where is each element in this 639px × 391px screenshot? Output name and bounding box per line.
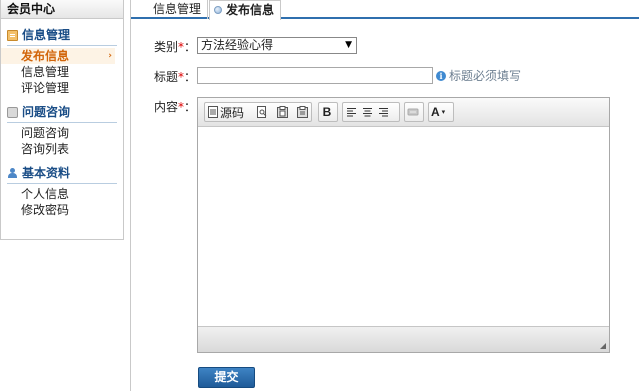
section-basic-profile: 基本资料 个人信息 修改密码	[1, 165, 123, 218]
section-divider	[7, 183, 117, 184]
dropdown-arrow-icon: ▾	[441, 108, 446, 116]
section-title-label: 信息管理	[22, 28, 71, 42]
colon: ：	[184, 40, 197, 54]
user-icon	[7, 167, 18, 179]
toolbar-group-document: 源码	[204, 102, 312, 122]
font-color-label: A	[431, 105, 440, 119]
colon: ：	[184, 70, 197, 84]
sidebar-item-label: 个人信息	[21, 187, 70, 201]
sidebar-item-label: 修改密码	[21, 203, 70, 217]
tab-bar: 信息管理 发布信息	[131, 0, 639, 20]
preview-icon	[257, 106, 267, 118]
paste-text-icon	[296, 106, 308, 118]
editor-statusbar	[198, 326, 609, 352]
tab-publish-info[interactable]: 发布信息	[209, 0, 282, 20]
paste-button[interactable]	[274, 103, 290, 121]
sidebar-item-label: 咨询列表	[21, 142, 70, 156]
sidebar-item-question-consult[interactable]: 问题咨询	[1, 125, 115, 141]
toolbar-group-font-color: A ▾	[428, 102, 454, 122]
sidebar-item-label: 信息管理	[21, 65, 70, 79]
section-consultation: 问题咨询 问题咨询 咨询列表	[1, 104, 123, 157]
section-divider	[7, 122, 117, 123]
colon: ：	[184, 100, 197, 114]
source-icon	[208, 106, 218, 118]
toolbar-group-bold: B	[318, 102, 338, 122]
toolbar-group-align	[342, 102, 400, 122]
radio-dot-icon	[214, 6, 222, 14]
align-right-button[interactable]	[375, 103, 391, 121]
info-icon: i	[436, 70, 446, 81]
sidebar-item-label: 问题咨询	[21, 126, 70, 140]
dropdown-arrow-icon: ▼	[345, 40, 352, 50]
paste-text-button[interactable]	[294, 103, 310, 121]
category-label-row: 类别*：	[154, 38, 196, 55]
sidebar-item-label: 评论管理	[21, 81, 70, 95]
tab-label: 信息管理	[153, 2, 202, 16]
sidebar-title: 会员中心	[1, 0, 123, 19]
font-color-button[interactable]: A ▾	[429, 103, 447, 121]
tab-label: 发布信息	[226, 3, 275, 17]
align-right-icon	[378, 108, 388, 117]
section-title: 基本资料	[1, 165, 123, 181]
link-icon	[407, 108, 419, 116]
sidebar-item-comment-management[interactable]: 评论管理	[1, 80, 115, 96]
section-divider	[7, 45, 117, 46]
submit-button[interactable]: 提交	[198, 367, 255, 388]
tab-info-management[interactable]: 信息管理	[147, 0, 209, 19]
category-label: 类别	[154, 40, 179, 54]
paste-icon	[276, 106, 288, 118]
sidebar-item-change-password[interactable]: 修改密码	[1, 202, 115, 218]
chat-icon	[7, 106, 18, 118]
resize-handle-icon[interactable]	[600, 343, 606, 349]
align-left-icon	[346, 108, 356, 117]
document-icon	[7, 29, 18, 41]
content-label-row: 内容*：	[154, 98, 196, 115]
title-hint: i 标题必须填写	[436, 67, 521, 84]
sidebar: 会员中心 信息管理 发布信息 › 信息管理 评论管理 问题咨询 问题咨询 咨询列…	[0, 0, 124, 240]
bold-button[interactable]: B	[319, 103, 335, 121]
align-left-button[interactable]	[343, 103, 359, 121]
source-button-label: 源码	[220, 105, 245, 120]
section-title-label: 问题咨询	[22, 105, 71, 119]
source-button[interactable]: 源码	[205, 103, 246, 121]
sidebar-item-label: 发布信息	[21, 49, 70, 63]
sidebar-item-publish-info[interactable]: 发布信息 ›	[1, 48, 115, 64]
content-editor: 源码 B A ▾	[197, 97, 610, 353]
section-info-management: 信息管理 发布信息 › 信息管理 评论管理	[1, 27, 123, 96]
title-label: 标题	[154, 70, 179, 84]
section-title: 信息管理	[1, 27, 123, 43]
title-label-row: 标题*：	[154, 68, 196, 85]
title-input[interactable]	[197, 67, 433, 84]
editor-toolbar: 源码 B A ▾	[198, 98, 609, 127]
category-select[interactable]: 方法经验心得 ▼	[197, 37, 357, 54]
editor-content-area[interactable]	[198, 128, 609, 326]
chevron-right-icon: ›	[108, 51, 112, 61]
content-label: 内容	[154, 100, 179, 114]
title-hint-text: 标题必须填写	[449, 69, 522, 83]
category-select-value: 方法经验心得	[201, 38, 274, 52]
link-button[interactable]	[405, 103, 421, 121]
align-center-icon	[362, 108, 372, 117]
sidebar-item-personal-info[interactable]: 个人信息	[1, 186, 115, 202]
sidebar-item-consult-list[interactable]: 咨询列表	[1, 141, 115, 157]
content-divider	[130, 0, 131, 391]
section-title-label: 基本资料	[22, 166, 71, 180]
preview-button[interactable]	[254, 103, 270, 121]
toolbar-group-link	[404, 102, 424, 122]
align-center-button[interactable]	[359, 103, 375, 121]
section-title: 问题咨询	[1, 104, 123, 120]
sidebar-item-info-management[interactable]: 信息管理	[1, 64, 115, 80]
